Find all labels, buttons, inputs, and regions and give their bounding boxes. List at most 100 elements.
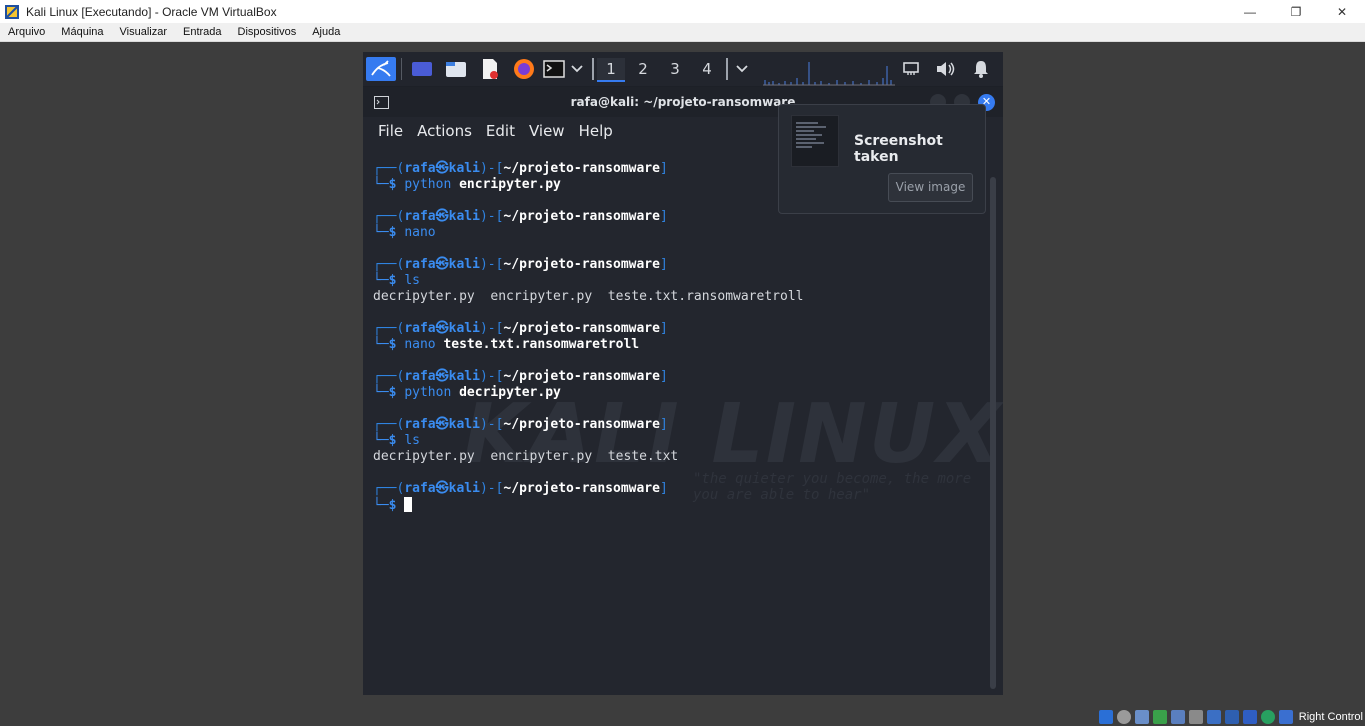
kali-top-panel: 1 2 3 4: [363, 52, 1003, 86]
prompt-line: ┌──(rafa㉿kali)-[~/projeto-ransomware]: [373, 417, 983, 433]
prompt-frame: ]: [659, 321, 668, 336]
terminal-cursor: [404, 497, 413, 512]
terminal-title: rafa@kali: ~/projeto-ransomware: [570, 95, 796, 109]
view-image-button[interactable]: View image: [888, 173, 973, 202]
prompt-frame: ]: [659, 417, 668, 432]
prompt-frame: ]: [659, 161, 668, 176]
prompt-directory: ~/projeto-ransomware: [503, 209, 660, 224]
command-output: decripyter.py encripyter.py teste.txt: [373, 449, 679, 464]
prompt-line: ┌──(rafa㉿kali)-[~/projeto-ransomware]: [373, 257, 983, 273]
prompt-frame: ┌──(: [373, 321, 405, 336]
prompt-user: rafa㉿kali: [404, 161, 480, 176]
menu-help[interactable]: Help: [572, 122, 620, 140]
prompt-dollar: └─$: [373, 177, 405, 192]
prompt-dollar: └─$: [373, 433, 405, 448]
workspace-3[interactable]: 3: [661, 58, 689, 82]
command-name: ls: [404, 273, 420, 288]
firefox-icon[interactable]: [512, 57, 536, 81]
chevron-down-icon[interactable]: [569, 57, 585, 81]
menu-visualizar[interactable]: Visualizar: [112, 23, 176, 42]
prompt-frame: ┌──(: [373, 417, 405, 432]
menu-entrada[interactable]: Entrada: [175, 23, 230, 42]
prompt-frame: ]: [659, 257, 668, 272]
close-button[interactable]: ✕: [1319, 0, 1365, 23]
prompt-directory: ~/projeto-ransomware: [503, 321, 660, 336]
hard-disk-icon[interactable]: [1098, 710, 1113, 724]
menu-file[interactable]: File: [371, 122, 410, 140]
prompt-user: rafa㉿kali: [404, 417, 480, 432]
command-argument: encripyter.py: [459, 177, 561, 192]
prompt-frame: )-[: [479, 321, 504, 336]
prompt-user: rafa㉿kali: [404, 321, 480, 336]
shared-folders-icon[interactable]: [1188, 710, 1203, 724]
menu-edit[interactable]: Edit: [479, 122, 522, 140]
text-editor-icon[interactable]: [478, 57, 502, 81]
prompt-directory: ~/projeto-ransomware: [503, 481, 660, 496]
minimize-button[interactable]: —: [1227, 0, 1273, 23]
workspace-4[interactable]: 4: [693, 58, 721, 82]
file-manager-icon[interactable]: [444, 57, 468, 81]
prompt-user: rafa㉿kali: [404, 369, 480, 384]
prompt-dollar: └─$: [373, 498, 405, 513]
virtualbox-icon: [5, 4, 19, 19]
command-name: python: [404, 385, 452, 400]
prompt-directory: ~/projeto-ransomware: [503, 369, 660, 384]
command-name: nano: [404, 337, 436, 352]
screenshot-thumbnail[interactable]: [791, 115, 839, 167]
prompt-directory: ~/projeto-ransomware: [503, 417, 660, 432]
panel-separator: [726, 58, 728, 80]
usb-icon[interactable]: [1170, 710, 1185, 724]
terminal-scrollbar[interactable]: [990, 177, 996, 689]
optical-drive-icon[interactable]: [1116, 710, 1131, 724]
menu-ajuda[interactable]: Ajuda: [304, 23, 348, 42]
window-title: Kali Linux [Executando] - Oracle VM Virt…: [26, 4, 277, 19]
display-icon[interactable]: [1206, 710, 1221, 724]
cpu-graph-icon: [763, 62, 895, 86]
command-line: └─$ python decripyter.py: [373, 385, 983, 401]
volume-icon[interactable]: [935, 57, 957, 81]
prompt-user: rafa㉿kali: [404, 481, 480, 496]
host-key-label: Right Control: [1298, 711, 1363, 723]
prompt-dollar: └─$: [373, 385, 405, 400]
prompt-frame: )-[: [479, 481, 504, 496]
chevron-down-icon[interactable]: [734, 57, 750, 81]
terminal-launcher-icon[interactable]: [542, 57, 566, 81]
keyboard-capture-icon[interactable]: [1278, 710, 1293, 724]
terminal-icon: [374, 96, 389, 109]
restore-button[interactable]: ❐: [1273, 0, 1319, 23]
show-desktop-icon[interactable]: [410, 57, 434, 81]
vt-x-icon[interactable]: [1242, 710, 1257, 724]
host-status-tray: Right Control: [1098, 708, 1365, 726]
prompt-user: rafa㉿kali: [404, 209, 480, 224]
workspace-2[interactable]: 2: [629, 58, 657, 82]
menu-maquina[interactable]: Máquina: [53, 23, 111, 42]
command-name: nano: [404, 225, 436, 240]
notifications-bell-icon[interactable]: [971, 57, 991, 81]
workspace-1[interactable]: 1: [597, 58, 625, 82]
command-line: └─$ nano: [373, 225, 983, 241]
prompt-frame: ┌──(: [373, 257, 405, 272]
network-icon[interactable]: [901, 57, 921, 81]
command-argument: decripyter.py: [459, 385, 561, 400]
guest-screen: 1 2 3 4 rafa@kali: ~/projeto-ransomware …: [363, 52, 1003, 695]
mouse-integration-icon[interactable]: [1260, 710, 1275, 724]
menu-arquivo[interactable]: Arquivo: [0, 23, 53, 42]
menu-view[interactable]: View: [522, 122, 572, 140]
menu-actions[interactable]: Actions: [410, 122, 479, 140]
prompt-frame: )-[: [479, 417, 504, 432]
recording-icon[interactable]: [1224, 710, 1239, 724]
prompt-frame: ┌──(: [373, 209, 405, 224]
prompt-frame: ┌──(: [373, 161, 405, 176]
audio-icon[interactable]: [1134, 710, 1149, 724]
prompt-frame: )-[: [479, 161, 504, 176]
prompt-user: rafa㉿kali: [404, 257, 480, 272]
command-argument: teste.txt.ransomwaretroll: [443, 337, 640, 352]
network-adapter-icon[interactable]: [1152, 710, 1167, 724]
prompt-dollar: └─$: [373, 273, 405, 288]
prompt-frame: ]: [659, 209, 668, 224]
menu-dispositivos[interactable]: Dispositivos: [230, 23, 305, 42]
kali-menu-icon[interactable]: [366, 57, 396, 81]
prompt-frame: )-[: [479, 369, 504, 384]
command-line: └─$ nano teste.txt.ransomwaretroll: [373, 337, 983, 353]
command-line: └─$ ls: [373, 433, 983, 449]
